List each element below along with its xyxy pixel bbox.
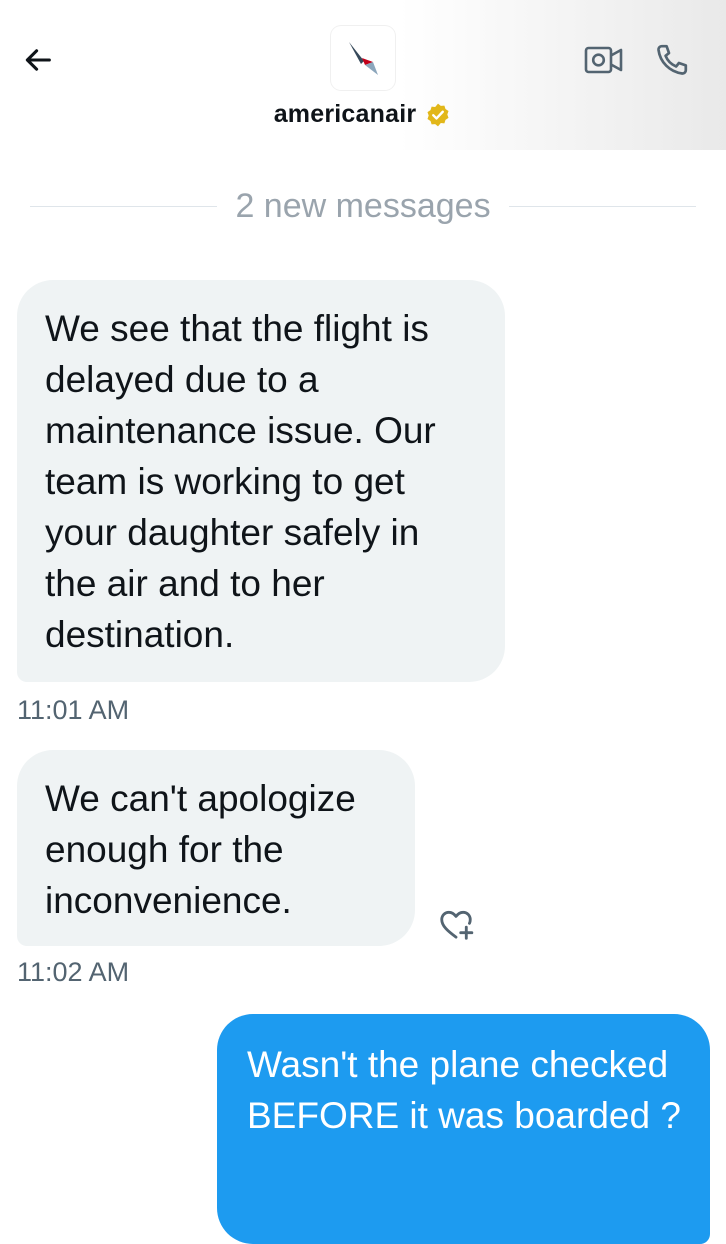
new-messages-divider: 2 new messages bbox=[30, 184, 697, 228]
avatar[interactable] bbox=[331, 26, 395, 90]
arrow-left-icon bbox=[25, 49, 51, 71]
new-messages-label: 2 new messages bbox=[235, 186, 491, 225]
account-name: americanair bbox=[273, 100, 417, 128]
verified-badge-icon bbox=[424, 101, 452, 129]
incoming-message-bubble[interactable]: We see that the flight is delayed due to… bbox=[17, 280, 505, 682]
add-reaction-button[interactable] bbox=[436, 904, 476, 944]
phone-call-button[interactable] bbox=[652, 40, 692, 80]
american-airlines-logo-icon bbox=[349, 42, 378, 75]
divider-line-left bbox=[30, 205, 218, 207]
outgoing-message-bubble[interactable]: Wasn't the plane checked BEFORE it was b… bbox=[217, 1014, 710, 1244]
video-call-button[interactable] bbox=[584, 42, 624, 78]
conversation-header: americanair bbox=[0, 0, 726, 150]
heart-plus-icon bbox=[440, 910, 474, 940]
account-name-row[interactable]: americanair bbox=[0, 100, 726, 129]
divider-line-right bbox=[508, 205, 697, 207]
message-timestamp: 11:01 AM bbox=[17, 695, 130, 725]
back-button[interactable] bbox=[18, 40, 58, 80]
phone-icon bbox=[657, 44, 688, 75]
incoming-message-bubble[interactable]: We can't apologize enough for the inconv… bbox=[17, 750, 415, 946]
video-camera-icon bbox=[584, 46, 623, 74]
message-timestamp: 11:02 AM bbox=[17, 957, 130, 987]
